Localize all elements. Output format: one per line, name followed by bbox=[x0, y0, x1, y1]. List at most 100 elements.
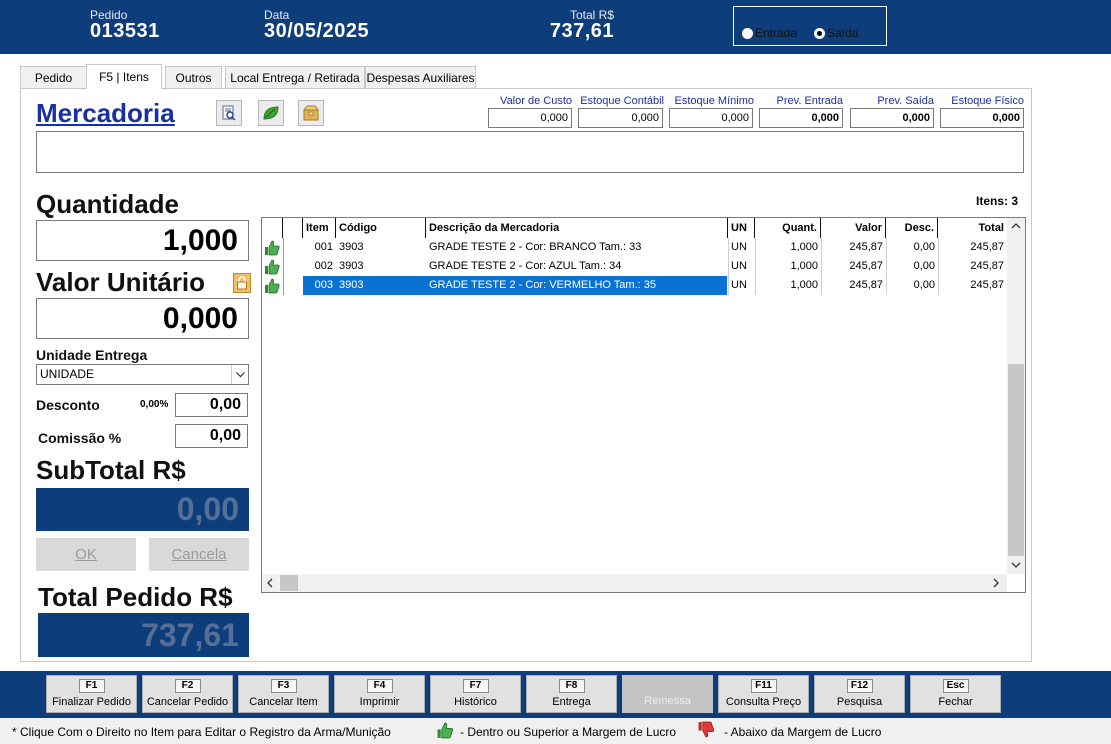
button-label: Finalizar Pedido bbox=[52, 696, 131, 708]
radio-saida-dot[interactable] bbox=[814, 27, 825, 39]
vertical-scrollbar[interactable] bbox=[1007, 218, 1025, 574]
desconto-input[interactable]: 0,00 bbox=[175, 393, 248, 417]
cancelar-item-button[interactable]: F3 Cancelar Item bbox=[238, 675, 329, 713]
consulta-preco-button[interactable]: F11 Consulta Preço bbox=[718, 675, 809, 713]
button-label: Consulta Preço bbox=[725, 696, 802, 708]
box-icon[interactable] bbox=[298, 100, 324, 126]
tab-local-entrega[interactable]: Local Entrega / Retirada bbox=[225, 66, 365, 88]
chevron-down-icon[interactable] bbox=[231, 365, 248, 384]
unidade-entrega-label: Unidade Entrega bbox=[36, 347, 148, 363]
button-label: Imprimir bbox=[359, 696, 400, 708]
button-label: Pesquisa bbox=[836, 696, 883, 708]
itens-count: Itens: 3 bbox=[976, 194, 1019, 208]
prev-saida-label: Prev. Saída bbox=[877, 95, 934, 107]
table-row[interactable]: 001 3903 GRADE TESTE 2 - Cor: BRANCO Tam… bbox=[262, 238, 1007, 257]
comissao-input[interactable]: 0,00 bbox=[175, 424, 248, 448]
row-total: 245,87 bbox=[970, 279, 1004, 291]
table-row[interactable]: 002 3903 GRADE TESTE 2 - Cor: AZUL Tam.:… bbox=[262, 257, 1007, 276]
prev-entrada-label: Prev. Entrada bbox=[776, 95, 843, 107]
fechar-button[interactable]: Esc Fechar bbox=[910, 675, 1001, 713]
order-header: Pedido 013531 Data 30/05/2025 Total R$ 7… bbox=[0, 0, 1111, 54]
pedido-block: Pedido 013531 bbox=[90, 8, 160, 43]
remessa-button[interactable]: Remessa bbox=[622, 675, 713, 713]
data-block: Data 30/05/2025 bbox=[264, 8, 369, 43]
pesquisa-button[interactable]: F12 Pesquisa bbox=[814, 675, 905, 713]
col-un[interactable]: UN bbox=[728, 218, 755, 238]
horizontal-scroll-thumb[interactable] bbox=[280, 575, 298, 591]
radio-entrada[interactable]: Entrada bbox=[742, 26, 797, 40]
quantidade-input[interactable]: 1,000 bbox=[36, 220, 249, 261]
scroll-down-icon[interactable] bbox=[1011, 560, 1021, 572]
col-valor[interactable]: Valor bbox=[821, 218, 886, 238]
table-row-selected[interactable]: 003 3903 GRADE TESTE 2 - Cor: VERMELHO T… bbox=[262, 276, 1007, 295]
finalizar-pedido-button[interactable]: F1 Finalizar Pedido bbox=[46, 675, 137, 713]
col-blank bbox=[283, 218, 303, 238]
row-codigo: 3903 bbox=[339, 241, 364, 253]
mercadoria-link[interactable]: Mercadoria bbox=[36, 98, 175, 129]
unidade-entrega-value: UNIDADE bbox=[40, 367, 95, 381]
tab-itens[interactable]: F5 | Itens bbox=[86, 64, 162, 89]
button-label: Entrega bbox=[552, 696, 591, 708]
unidade-entrega-select[interactable]: UNIDADE bbox=[36, 364, 249, 385]
horizontal-scrollbar[interactable] bbox=[262, 574, 1007, 592]
function-key-bar: F1 Finalizar Pedido F2 Cancelar Pedido F… bbox=[0, 671, 1111, 718]
valor-unitario-label: Valor Unitário bbox=[36, 267, 206, 297]
lock-icon[interactable] bbox=[233, 273, 251, 293]
row-un: UN bbox=[731, 279, 747, 291]
document-search-icon[interactable] bbox=[216, 100, 242, 126]
col-separator bbox=[755, 238, 756, 295]
radio-saida[interactable]: Saída bbox=[814, 26, 858, 40]
row-un: UN bbox=[731, 241, 747, 253]
tab-pedido[interactable]: Pedido bbox=[20, 66, 87, 88]
imprimir-button[interactable]: F4 Imprimir bbox=[334, 675, 425, 713]
thumbs-up-icon bbox=[436, 722, 454, 742]
col-separator bbox=[886, 238, 887, 295]
valor-unitario-input[interactable]: 0,000 bbox=[36, 298, 249, 339]
col-codigo[interactable]: Código bbox=[336, 218, 426, 238]
status-hint: * Clique Com o Direito no Item para Edit… bbox=[12, 725, 391, 739]
estoque-contabil-field: 0,000 bbox=[578, 108, 663, 128]
scroll-up-icon[interactable] bbox=[1011, 220, 1021, 232]
col-desc[interactable]: Desc. bbox=[886, 218, 938, 238]
subtotal-label: SubTotal R$ bbox=[36, 455, 186, 485]
col-item[interactable]: Item bbox=[303, 218, 336, 238]
ok-button[interactable]: OK bbox=[36, 538, 136, 571]
estoque-fisico-field: 0,000 bbox=[940, 108, 1024, 128]
thumbs-up-icon bbox=[262, 257, 282, 276]
scroll-left-icon[interactable] bbox=[266, 578, 273, 591]
thumbs-up-icon bbox=[262, 276, 282, 295]
items-grid: Item Código Descrição da Mercadoria UN Q… bbox=[261, 217, 1026, 593]
key-f7: F7 bbox=[462, 679, 489, 693]
total-pedido-label: Total Pedido R$ bbox=[38, 582, 233, 612]
radio-entrada-label: Entrada bbox=[755, 26, 798, 40]
legend-up-text: - Dentro ou Superior a Margem de Lucro bbox=[460, 725, 677, 739]
col-quant[interactable]: Quant. bbox=[755, 218, 821, 238]
key-f11: F11 bbox=[750, 679, 777, 693]
comissao-label: Comissão % bbox=[38, 430, 122, 446]
row-codigo: 3903 bbox=[339, 279, 364, 291]
cancela-button[interactable]: Cancela bbox=[149, 538, 249, 571]
row-descricao: GRADE TESTE 2 - Cor: AZUL Tam.: 34 bbox=[429, 260, 622, 272]
estoque-minimo-label: Estoque Mínimo bbox=[674, 95, 754, 107]
col-total[interactable]: Total bbox=[938, 218, 1007, 238]
tab-outros[interactable]: Outros bbox=[165, 66, 222, 88]
col-separator bbox=[938, 238, 939, 295]
vertical-scroll-thumb[interactable] bbox=[1008, 364, 1024, 556]
estoque-fisico-label: Estoque Físico bbox=[951, 95, 1024, 107]
row-item: 002 bbox=[314, 260, 333, 272]
mercadoria-description-field[interactable] bbox=[36, 131, 1024, 173]
key-f8: F8 bbox=[558, 679, 585, 693]
entrega-button[interactable]: F8 Entrega bbox=[526, 675, 617, 713]
row-quant: 1,000 bbox=[790, 241, 818, 253]
prev-saida-field: 0,000 bbox=[850, 108, 934, 128]
desconto-label: Desconto bbox=[36, 397, 100, 413]
radio-entrada-dot[interactable] bbox=[742, 27, 753, 39]
scroll-right-icon[interactable] bbox=[993, 578, 1000, 591]
row-descricao: GRADE TESTE 2 - Cor: BRANCO Tam.: 33 bbox=[429, 241, 642, 253]
cancelar-pedido-button[interactable]: F2 Cancelar Pedido bbox=[142, 675, 233, 713]
tab-despesas-auxiliares[interactable]: Despesas Auxiliares bbox=[365, 66, 476, 88]
leaf-icon[interactable] bbox=[258, 100, 284, 126]
historico-button[interactable]: F7 Histórico bbox=[430, 675, 521, 713]
col-descricao[interactable]: Descrição da Mercadoria bbox=[426, 218, 728, 238]
total-value: 737,61 bbox=[549, 20, 614, 42]
